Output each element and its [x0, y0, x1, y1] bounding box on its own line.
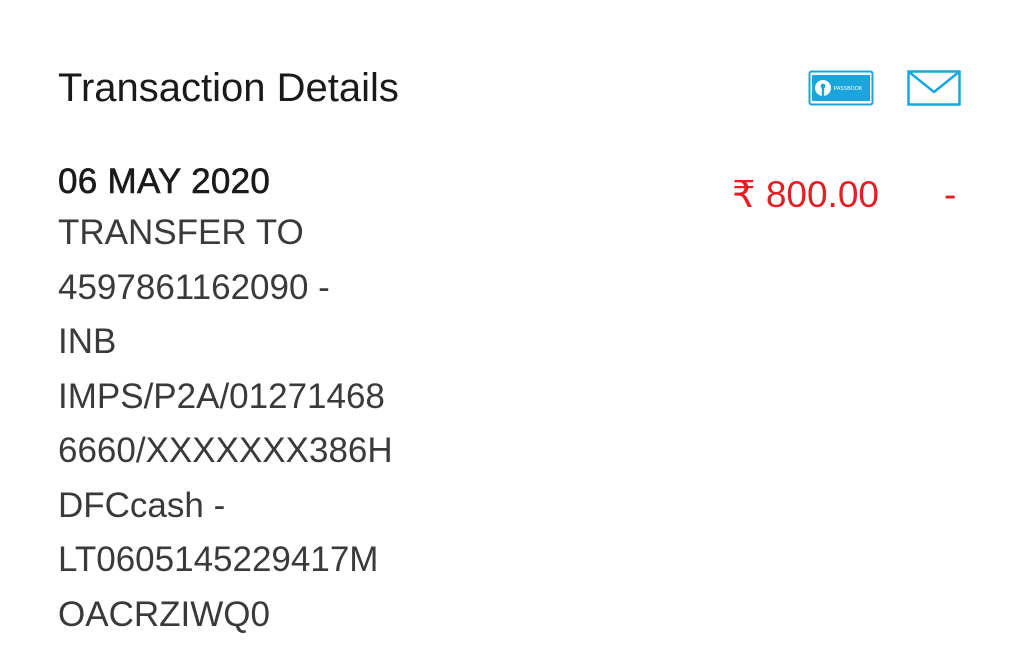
description-line: 4597861162090 -	[58, 267, 330, 307]
transaction-entry: 06 MAY 2020 TRANSFER TO 4597861162090 - …	[58, 158, 458, 642]
transaction-date: 06 MAY 2020	[58, 162, 271, 202]
transaction-description: TRANSFER TO 4597861162090 - INB IMPS/P2A…	[58, 206, 458, 642]
description-line: LT0605145229417M	[58, 540, 379, 579]
debit-marker: -	[944, 174, 957, 215]
page-title: Transaction Details	[58, 66, 399, 110]
passbook-icon-label: PASSBOOK	[834, 86, 863, 92]
description-line: OACRZIWQ0	[58, 594, 270, 634]
description-line: 6660/XXXXXXX386H	[58, 431, 393, 470]
description-line: IMPS/P2A/01271468	[58, 376, 385, 416]
header-actions: PASSBOOK	[808, 68, 964, 108]
transaction-details-screen: Transaction Details PASSBOOK 06 MAY 2020…	[0, 0, 1024, 664]
transaction-amount: ₹ 800.00	[732, 174, 879, 215]
passbook-icon[interactable]: PASSBOOK	[808, 70, 874, 106]
description-line: INB	[58, 322, 117, 361]
description-line: TRANSFER TO	[58, 213, 304, 252]
mail-icon[interactable]	[907, 70, 961, 106]
description-line: DFCcash -	[58, 485, 226, 525]
